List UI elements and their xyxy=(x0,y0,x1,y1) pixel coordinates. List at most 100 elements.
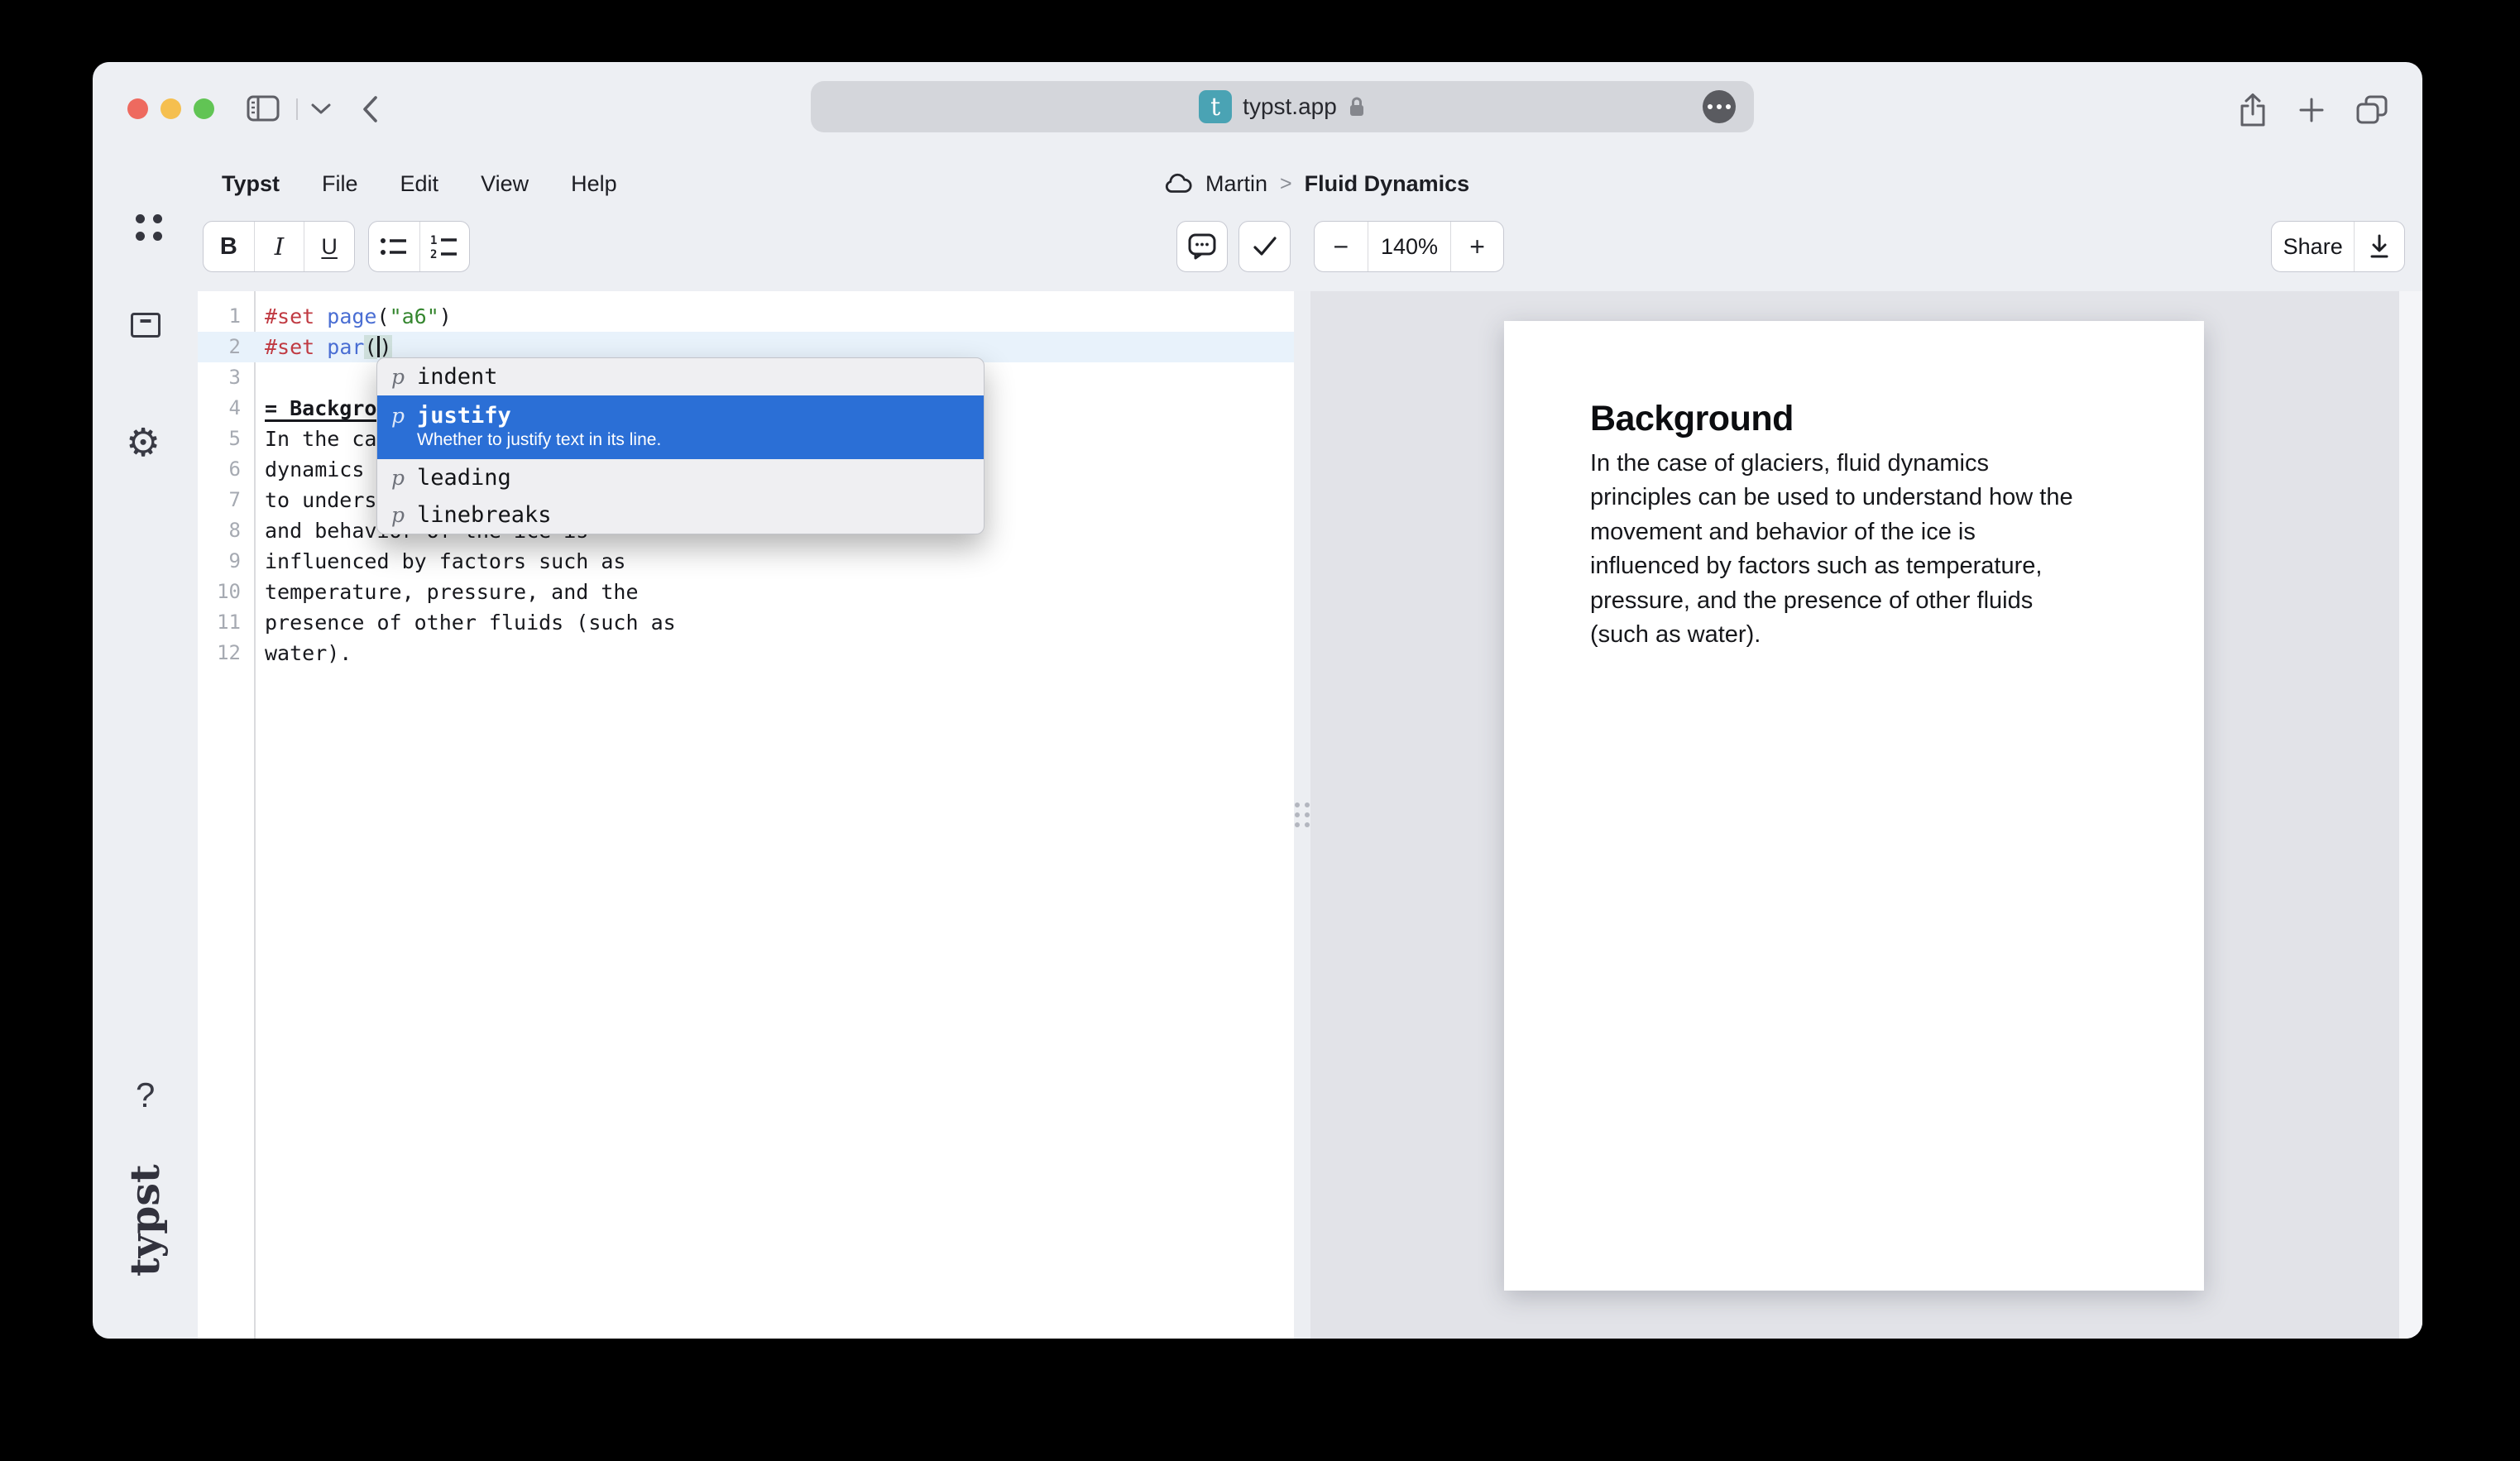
typst-logo: typst xyxy=(121,1194,169,1277)
tab-overview-icon[interactable] xyxy=(2355,94,2389,126)
address-bar[interactable]: t typst.app xyxy=(811,81,1754,132)
param-type-icon: p xyxy=(387,404,409,428)
svg-text:2: 2 xyxy=(430,248,437,259)
browser-actions xyxy=(2237,92,2389,128)
browser-window: t typst.app Typst File Edit View Help xyxy=(93,62,2422,1339)
svg-text:1: 1 xyxy=(430,234,437,247)
autocomplete-dropdown: pindentpjustifyWhether to justify text i… xyxy=(376,357,985,534)
autocomplete-item-linebreaks[interactable]: p linebreaks xyxy=(377,496,984,534)
code-line-9[interactable]: 9influenced by factors such as xyxy=(198,546,1294,577)
gear-icon[interactable]: ⚙ xyxy=(126,420,160,466)
code-line-11[interactable]: 11presence of other fluids (such as xyxy=(198,607,1294,638)
menu-item-help[interactable]: Help xyxy=(571,171,617,197)
zoom-window-button[interactable] xyxy=(194,98,214,119)
code-text: presence of other fluids (such as xyxy=(254,607,676,638)
numbered-list-icon: 1 2 xyxy=(430,234,458,259)
line-number: 11 xyxy=(198,607,254,638)
menu-item-edit[interactable]: Edit xyxy=(400,171,439,197)
code-text xyxy=(254,362,265,393)
checkmark-icon xyxy=(1252,234,1278,259)
param-name: justify xyxy=(417,403,511,429)
rendered-page: Background In the case of glaciers, flui… xyxy=(1504,321,2204,1291)
param-name: leading xyxy=(417,465,511,491)
help-icon[interactable]: ? xyxy=(136,1075,155,1115)
app-grid-icon[interactable] xyxy=(136,214,162,241)
minimize-window-button[interactable] xyxy=(160,98,181,119)
zoom-level[interactable]: 140% xyxy=(1368,222,1451,271)
breadcrumb: Martin > Fluid Dynamics xyxy=(1163,160,1469,208)
page-text-line: (such as water). xyxy=(1590,618,2118,652)
page-text-line: pressure, and the presence of other flui… xyxy=(1590,584,2118,618)
autocomplete-item-leading[interactable]: pleading xyxy=(377,459,984,496)
page-heading: Background xyxy=(1590,399,2118,438)
code-text: temperature, pressure, and the xyxy=(254,577,639,607)
share-button[interactable]: Share xyxy=(2272,222,2354,271)
pane-resize-divider[interactable] xyxy=(1294,291,1310,1339)
line-number: 4 xyxy=(198,393,254,424)
breadcrumb-document-title: Fluid Dynamics xyxy=(1305,171,1470,197)
zoom-out-button[interactable]: − xyxy=(1315,222,1368,271)
underline-button[interactable]: U xyxy=(304,222,354,271)
line-number: 6 xyxy=(198,454,254,485)
window-controls xyxy=(127,98,214,119)
preview-pane: Background In the case of glaciers, flui… xyxy=(1310,291,2422,1339)
menu-item-file[interactable]: File xyxy=(322,171,358,197)
code-text: water). xyxy=(254,638,352,668)
bullet-list-button[interactable] xyxy=(369,222,419,271)
preview-scrollbar[interactable] xyxy=(2399,291,2422,1339)
chevron-down-icon[interactable] xyxy=(311,103,331,115)
download-button[interactable] xyxy=(2354,222,2404,271)
page-settings-icon[interactable] xyxy=(1703,90,1736,123)
comments-button[interactable] xyxy=(1176,221,1228,272)
share-group: Share xyxy=(2271,221,2405,272)
list-style-group: 1 2 xyxy=(368,221,470,272)
autocomplete-item-indent[interactable]: pindent xyxy=(377,358,984,395)
page-text-line: influenced by factors such as temperatur… xyxy=(1590,549,2118,583)
code-text: #set page("a6") xyxy=(254,301,452,332)
code-line-1[interactable]: 1#set page("a6") xyxy=(198,301,1294,332)
bullet-list-icon xyxy=(380,235,408,258)
line-number: 9 xyxy=(198,546,254,577)
spellcheck-done-button[interactable] xyxy=(1238,221,1291,272)
line-number: 2 xyxy=(198,332,254,362)
line-number: 10 xyxy=(198,577,254,607)
back-button-icon[interactable] xyxy=(361,95,379,123)
line-number: 3 xyxy=(198,362,254,393)
drag-handle-icon[interactable] xyxy=(1295,802,1310,827)
menu-item-view[interactable]: View xyxy=(481,171,529,197)
url-host: typst.app xyxy=(1243,93,1337,120)
screen-background: t typst.app Typst File Edit View Help xyxy=(0,0,2520,1461)
page-paragraph: In the case of glaciers, fluid dynamicsp… xyxy=(1590,447,2118,652)
param-type-icon: p xyxy=(387,503,409,527)
param-description: Whether to justify text in its line. xyxy=(417,430,984,450)
share-page-icon[interactable] xyxy=(2237,92,2268,128)
menu-item-typst[interactable]: Typst xyxy=(222,171,280,197)
site-favicon: t xyxy=(1199,90,1232,123)
breadcrumb-project[interactable]: Martin xyxy=(1205,171,1267,197)
download-icon xyxy=(2367,233,2392,260)
code-line-10[interactable]: 10temperature, pressure, and the xyxy=(198,577,1294,607)
line-number: 1 xyxy=(198,301,254,332)
sidebar-toggle-icon[interactable] xyxy=(247,95,280,122)
breadcrumb-separator: > xyxy=(1280,172,1292,196)
line-number: 12 xyxy=(198,638,254,668)
zoom-control-group: − 140% + xyxy=(1314,221,1504,272)
new-tab-icon[interactable] xyxy=(2297,95,2326,125)
text-style-group: B I U xyxy=(203,221,355,272)
code-text: #set par() xyxy=(254,332,392,362)
param-name: indent xyxy=(417,364,498,390)
autocomplete-item-justify[interactable]: p justifyWhether to justify text in its l… xyxy=(377,395,984,459)
italic-button[interactable]: I xyxy=(254,222,304,271)
code-line-12[interactable]: 12water). xyxy=(198,638,1294,668)
close-window-button[interactable] xyxy=(127,98,148,119)
files-panel-icon[interactable] xyxy=(131,313,160,338)
bold-button[interactable]: B xyxy=(204,222,254,271)
cloud-icon xyxy=(1163,173,1193,195)
code-text: influenced by factors such as xyxy=(254,546,626,577)
zoom-in-button[interactable]: + xyxy=(1450,222,1503,271)
toolbar-separator xyxy=(296,98,298,120)
param-name: linebreaks xyxy=(417,502,552,528)
numbered-list-button[interactable]: 1 2 xyxy=(419,222,470,271)
page-text-line: principles can be used to understand how… xyxy=(1590,481,2118,515)
comment-bubble-icon xyxy=(1188,233,1216,260)
